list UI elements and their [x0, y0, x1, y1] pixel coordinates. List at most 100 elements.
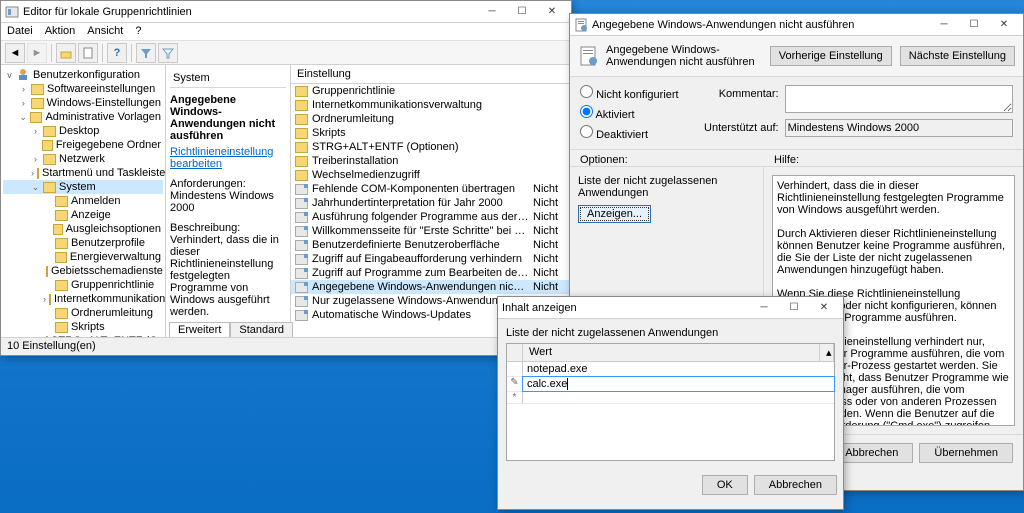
grid-row-new[interactable]: * [507, 392, 834, 404]
state-radios: Nicht konfiguriert Aktiviert Deaktiviert [580, 85, 679, 141]
list-folder[interactable]: Ordnerumleitung [291, 112, 571, 126]
status-bar: 10 Einstellung(en) [1, 337, 571, 355]
tree-node[interactable]: Freigegebene Ordner [3, 138, 163, 152]
apply-button[interactable]: Übernehmen [919, 443, 1013, 463]
cdlg-titlebar[interactable]: Inhalt anzeigen ─ ☐ ✕ [498, 297, 843, 319]
help-button[interactable]: ? [107, 43, 127, 63]
tree-node[interactable]: Anmelden [3, 194, 163, 208]
list-policy[interactable]: Benutzerdefinierte BenutzeroberflächeNic… [291, 238, 571, 252]
list-label: Liste der nicht zugelassenen Anwendungen [506, 327, 835, 339]
tree-node[interactable]: ›Internetkommunikations [3, 292, 163, 306]
dlg-title: Angegebene Windows-Anwendungen nicht aus… [592, 19, 929, 31]
edit-policy-link[interactable]: Richtlinieneinstellung bearbeiten [170, 146, 273, 170]
list-folder[interactable]: Wechselmedienzugriff [291, 168, 571, 182]
minimize-button[interactable]: ─ [477, 2, 507, 22]
tree-node[interactable]: ⌄System [3, 180, 163, 194]
radio-enabled[interactable]: Aktiviert [580, 105, 679, 121]
menubar: Datei Aktion Ansicht ? [1, 23, 571, 41]
value-grid[interactable]: Wert▴ notepad.exe ✎calc.exe * [506, 343, 835, 461]
supported-label: Unterstützt auf: [699, 119, 779, 137]
list-folder[interactable]: STRG+ALT+ENTF (Optionen) [291, 140, 571, 154]
tree-node[interactable]: Gruppenrichtlinie [3, 278, 163, 292]
filter-button[interactable] [136, 43, 156, 63]
tree-node[interactable]: ›Softwareeinstellungen [3, 82, 163, 96]
tab-extended[interactable]: Erweitert [169, 322, 230, 337]
menu-file[interactable]: Datei [7, 25, 33, 38]
list-folder[interactable]: Treiberinstallation [291, 154, 571, 168]
forward-button[interactable]: ► [27, 43, 47, 63]
col-value[interactable]: Wert [523, 344, 820, 361]
next-setting-button[interactable]: Nächste Einstellung [900, 46, 1015, 66]
tree-node[interactable]: Anzeige [3, 208, 163, 222]
list-policy[interactable]: Zugriff auf Eingabeaufforderung verhinde… [291, 252, 571, 266]
toolbar: ◄ ► ? [1, 41, 571, 65]
comment-field[interactable] [785, 85, 1013, 113]
close-button[interactable]: ✕ [537, 2, 567, 22]
dlg-close[interactable]: ✕ [989, 15, 1019, 35]
list-policy[interactable]: Fehlende COM-Komponenten übertragenNicht [291, 182, 571, 196]
properties-button[interactable] [78, 43, 98, 63]
list-policy[interactable]: Ausführung folgender Programme aus der H… [291, 210, 571, 224]
grid-row-editing[interactable]: ✎calc.exe [507, 377, 834, 392]
dlg-maximize[interactable]: ☐ [959, 15, 989, 35]
dlg-minimize[interactable]: ─ [929, 15, 959, 35]
menu-view[interactable]: Ansicht [87, 25, 123, 38]
tree-node[interactable]: ›Windows-Einstellungen [3, 96, 163, 110]
list-policy[interactable]: Zugriff auf Programme zum Bearbeiten der… [291, 266, 571, 280]
gpo-title: Editor für lokale Gruppenrichtlinien [23, 6, 477, 18]
comment-label: Kommentar: [699, 85, 779, 113]
cdlg-title: Inhalt anzeigen [502, 302, 749, 314]
up-button[interactable] [56, 43, 76, 63]
tree-node[interactable]: ›Netzwerk [3, 152, 163, 166]
radio-disabled[interactable]: Deaktiviert [580, 125, 679, 141]
help-label: Hilfe: [774, 154, 799, 166]
list-policy[interactable]: Angegebene Windows-Anwendungen nicht aus… [291, 280, 571, 294]
policy-name: Angegebene Windows-Anwendungen nicht aus… [170, 94, 286, 142]
mid-header: System [170, 69, 286, 88]
list-policy[interactable]: Jahrhundertinterpretation für Jahr 2000N… [291, 196, 571, 210]
tree-node[interactable]: Benutzerprofile [3, 236, 163, 250]
user-config-icon [17, 68, 30, 81]
cdlg-close[interactable]: ✕ [809, 298, 839, 318]
prev-setting-button[interactable]: Vorherige Einstellung [770, 46, 892, 66]
maximize-button[interactable]: ☐ [507, 2, 537, 22]
cdlg-cancel-button[interactable]: Abbrechen [754, 475, 837, 495]
gpo-titlebar[interactable]: Editor für lokale Gruppenrichtlinien ─ ☐… [1, 1, 571, 23]
grid-row[interactable]: notepad.exe [507, 362, 834, 377]
view-tabs: Erweitert Standard [169, 322, 293, 337]
list-folder[interactable]: Gruppenrichtlinie [291, 84, 571, 98]
tree-root[interactable]: vBenutzerkonfiguration [3, 67, 163, 82]
tree-pane[interactable]: vBenutzerkonfiguration ›Softwareeinstell… [1, 65, 166, 337]
policy-doc-icon [578, 45, 600, 67]
filter-options-button[interactable] [158, 43, 178, 63]
policy-icon [574, 18, 588, 32]
tree-node[interactable]: Energieverwaltung [3, 250, 163, 264]
options-label: Optionen: [580, 154, 774, 166]
options-text: Liste der nicht zugelassenen Anwendungen [578, 175, 755, 199]
dlg-heading: Angegebene Windows-Anwendungen nicht aus… [606, 44, 762, 68]
tree-node[interactable]: Gebietsschemadienste [3, 264, 163, 278]
menu-action[interactable]: Aktion [45, 25, 76, 38]
supported-field [785, 119, 1013, 137]
dlg-titlebar[interactable]: Angegebene Windows-Anwendungen nicht aus… [570, 14, 1023, 36]
radio-not-configured[interactable]: Nicht konfiguriert [580, 85, 679, 101]
cdlg-ok-button[interactable]: OK [702, 475, 748, 495]
list-policy[interactable]: Willkommensseite für "Erste Schritte" be… [291, 224, 571, 238]
cdlg-minimize[interactable]: ─ [749, 298, 779, 318]
tab-standard[interactable]: Standard [230, 322, 293, 337]
list-folder[interactable]: Internetkommunikationsverwaltung [291, 98, 571, 112]
tree-node[interactable]: Ordnerumleitung [3, 306, 163, 320]
show-button[interactable]: Anzeigen... [578, 205, 651, 223]
menu-help[interactable]: ? [135, 25, 141, 38]
back-button[interactable]: ◄ [5, 43, 25, 63]
tree-node[interactable]: ⌄Administrative Vorlagen [3, 110, 163, 124]
tree-node[interactable]: Ausgleichsoptionen [3, 222, 163, 236]
gpo-icon [5, 5, 19, 19]
cdlg-maximize[interactable]: ☐ [779, 298, 809, 318]
list-folder[interactable]: Skripts [291, 126, 571, 140]
tree-node[interactable]: ›Desktop [3, 124, 163, 138]
tree-node[interactable]: Skripts [3, 320, 163, 334]
tree-node[interactable]: ›Startmenü und Taskleiste [3, 166, 163, 180]
show-contents-dialog: Inhalt anzeigen ─ ☐ ✕ Liste der nicht zu… [497, 296, 844, 510]
col-setting[interactable]: Einstellung [297, 68, 565, 80]
